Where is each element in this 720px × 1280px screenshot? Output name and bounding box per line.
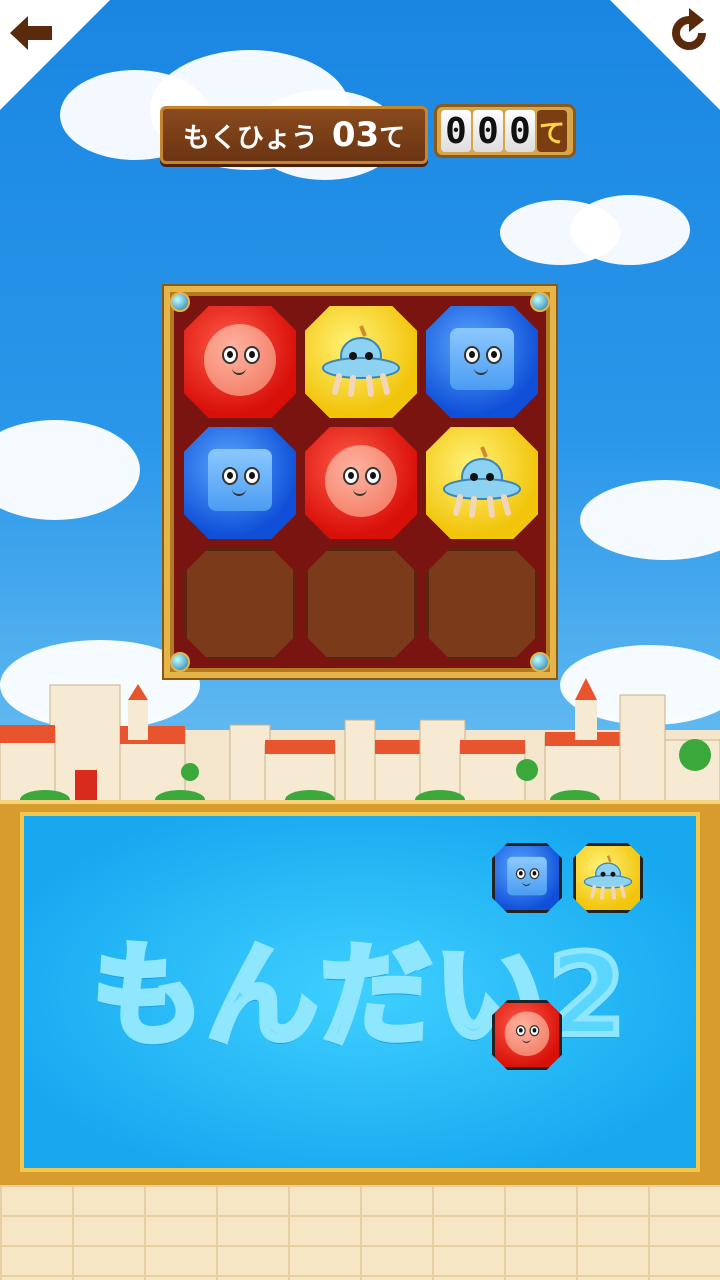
board-cell-yellow[interactable]	[426, 427, 538, 539]
goal-value: 03て	[332, 115, 405, 155]
ufo-alien-icon	[443, 446, 521, 518]
round-face-icon	[204, 324, 276, 396]
empty-board-cell[interactable]	[184, 548, 296, 660]
castle-town	[0, 678, 720, 810]
board-corner-gem	[530, 292, 550, 312]
piece-yellow[interactable]	[573, 843, 643, 913]
board-corner-gem	[170, 292, 190, 312]
restart-icon	[672, 8, 706, 50]
goal-number: 03	[331, 115, 380, 155]
goal-unit: て	[379, 123, 406, 153]
back-arrow-icon	[10, 16, 52, 50]
empty-board-cell[interactable]	[305, 548, 417, 660]
brick-floor	[0, 1185, 720, 1280]
board-cell-red[interactable]	[305, 427, 417, 539]
move-counter: 0 0 0 て	[434, 104, 576, 158]
square-face-icon	[507, 856, 547, 896]
move-digit: 0	[441, 110, 471, 152]
board-cell-blue[interactable]	[426, 306, 538, 418]
piece-blue[interactable]	[492, 843, 562, 913]
board-cell-red[interactable]	[184, 306, 296, 418]
piece-red[interactable]	[492, 1000, 562, 1070]
move-digit: 0	[505, 110, 535, 152]
square-face-icon	[450, 328, 514, 390]
board-cell-yellow[interactable]	[305, 306, 417, 418]
empty-board-cell[interactable]	[426, 548, 538, 660]
goal-label: もくひょう	[182, 122, 318, 154]
move-unit: て	[537, 110, 567, 152]
round-face-icon	[504, 1011, 550, 1057]
goal-sign: もくひょう 03て	[160, 106, 428, 164]
move-digit: 0	[473, 110, 503, 152]
problem-title: もんだい2	[89, 928, 629, 1064]
ufo-alien-icon	[583, 855, 633, 900]
cloud	[570, 195, 690, 265]
puzzle-board	[164, 286, 556, 678]
ufo-alien-icon	[322, 325, 400, 397]
square-face-icon	[208, 449, 272, 511]
board-cell-blue[interactable]	[184, 427, 296, 539]
round-face-icon	[325, 445, 397, 517]
